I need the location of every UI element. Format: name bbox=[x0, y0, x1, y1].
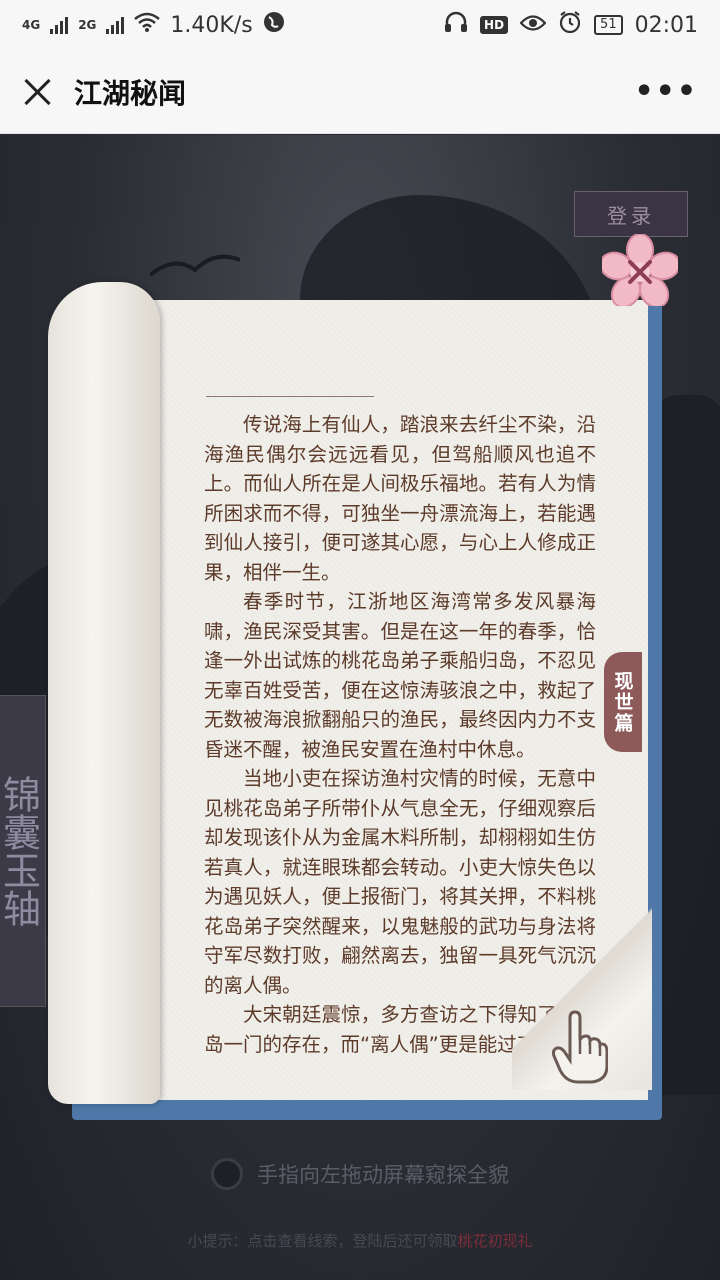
flower-close-icon[interactable] bbox=[599, 233, 681, 309]
swipe-hint-text: 手指向左拖动屏幕窥探全貌 bbox=[257, 1163, 509, 1187]
story-paragraph: 春季时节，江浙地区海湾常多发风暴海啸，渔民深受其害。但是在这一年的春季，恰逢一外… bbox=[204, 590, 596, 761]
close-icon[interactable] bbox=[22, 77, 52, 107]
battery-indicator: 51 bbox=[594, 15, 623, 35]
swipe-hint: 手指向左拖动屏幕窥探全貌 bbox=[0, 1150, 720, 1198]
wifi-icon bbox=[134, 12, 161, 38]
title-bar: 江湖秘闻 ••• bbox=[0, 50, 720, 134]
globe-icon bbox=[263, 11, 285, 39]
sidebar-scroll-label[interactable]: 锦囊玉轴 bbox=[0, 695, 46, 1007]
tip-reward-link[interactable]: 桃花初现礼 bbox=[458, 1232, 533, 1250]
network-speed: 1.40K/s bbox=[170, 12, 253, 38]
eye-icon bbox=[519, 13, 547, 38]
alarm-icon bbox=[558, 10, 582, 40]
signal-bars-icon bbox=[50, 16, 69, 34]
signal-2g-label: 2G bbox=[78, 18, 97, 32]
status-bar: 4G 2G 1.40K/s HD 51 02:01 bbox=[0, 0, 720, 50]
swipe-indicator-icon bbox=[211, 1158, 243, 1190]
tip-text: 小提示：点击查看线索，登陆后还可领取 bbox=[187, 1232, 458, 1250]
page-title: 江湖秘闻 bbox=[74, 76, 187, 110]
login-button[interactable]: 登录 bbox=[574, 191, 688, 237]
story-paragraph: 传说海上有仙人，踏浪来去纤尘不染，沿海渔民偶尔会远远看见，但驾船顺风也追不上。而… bbox=[204, 413, 596, 584]
signal-bars-icon bbox=[106, 16, 125, 34]
signal-4g-label: 4G bbox=[22, 18, 41, 32]
more-options-button[interactable]: ••• bbox=[634, 74, 698, 109]
clock-time: 02:01 bbox=[634, 12, 698, 38]
tip-line: 小提示：点击查看线索，登陆后还可领取桃花初现礼 bbox=[0, 1230, 720, 1251]
book-rolled-page bbox=[48, 282, 160, 1104]
bird-icon bbox=[150, 254, 240, 277]
headphones-icon bbox=[444, 11, 468, 39]
hand-pointer-icon[interactable] bbox=[551, 1010, 609, 1084]
text-divider bbox=[206, 396, 374, 397]
hd-badge: HD bbox=[480, 16, 509, 34]
section-tab-present-world[interactable]: 现世篇 bbox=[604, 652, 642, 752]
